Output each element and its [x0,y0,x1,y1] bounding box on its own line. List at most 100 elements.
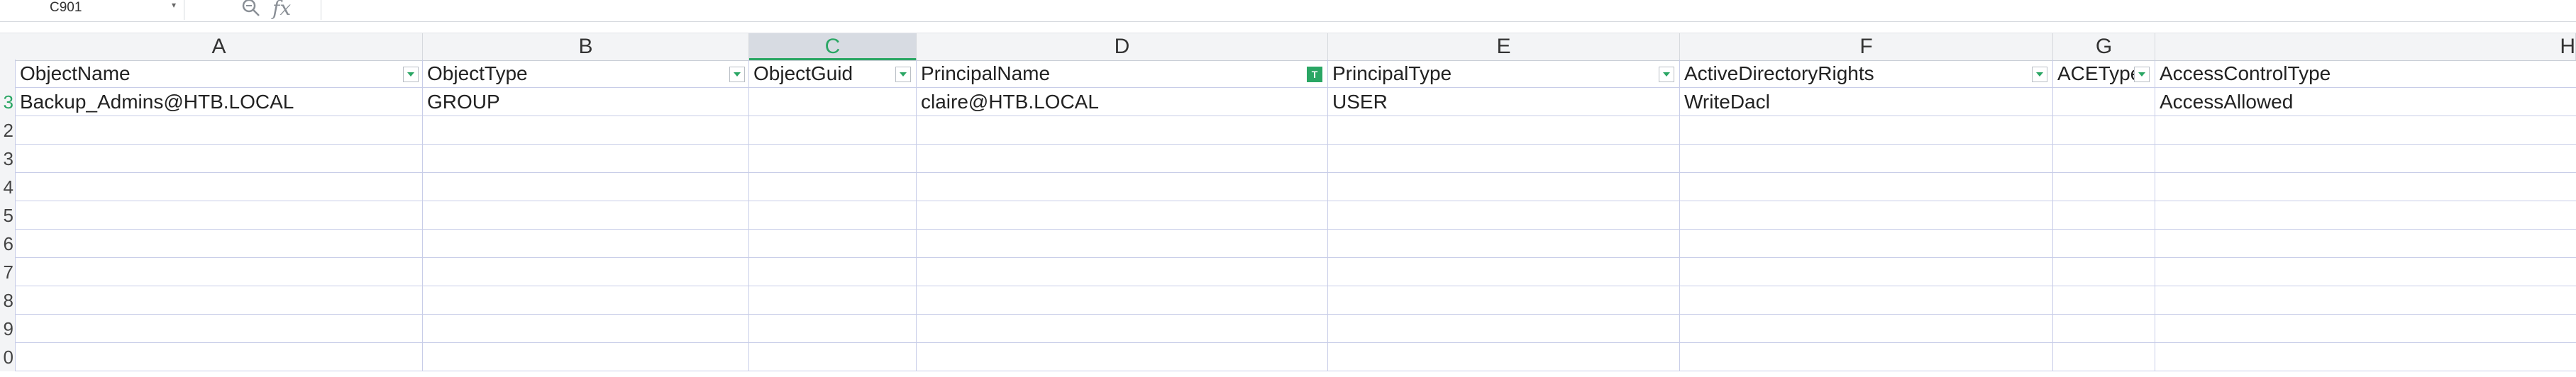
table-cell[interactable] [2053,230,2155,258]
table-cell[interactable] [16,201,423,230]
table-cell[interactable] [423,201,749,230]
table-cell[interactable] [917,343,1328,371]
table-cell[interactable] [1328,230,1680,258]
table-cell[interactable]: AccessAllowed [2155,88,2576,116]
cell-header-objectname[interactable]: ObjectName [16,60,423,88]
table-cell[interactable] [1328,173,1680,201]
table-cell[interactable] [2053,201,2155,230]
zoom-icon[interactable] [241,0,261,18]
table-cell[interactable] [917,173,1328,201]
column-header-b[interactable]: B [423,33,749,60]
table-cell[interactable] [16,116,423,145]
table-cell[interactable] [2053,286,2155,315]
table-cell[interactable] [16,173,423,201]
cell-header-accesscontroltype[interactable]: AccessControlType [2155,60,2576,88]
table-cell[interactable] [423,343,749,371]
column-header-f[interactable]: F [1680,33,2053,60]
table-cell[interactable] [1680,286,2053,315]
table-cell[interactable] [1328,145,1680,173]
table-cell[interactable] [2155,230,2576,258]
table-cell[interactable] [16,145,423,173]
table-cell[interactable] [2053,145,2155,173]
column-header-g[interactable]: G [2053,33,2155,60]
column-header-d[interactable]: D [917,33,1328,60]
row-number[interactable]: 0 [0,343,16,371]
table-cell[interactable] [1328,258,1680,286]
row-number[interactable] [0,60,16,88]
table-cell[interactable] [1680,173,2053,201]
row-number[interactable]: 5 [0,201,16,230]
table-cell[interactable] [16,343,423,371]
filter-dropdown-icon[interactable] [2134,67,2150,82]
row-number[interactable]: 6 [0,230,16,258]
table-cell[interactable] [917,230,1328,258]
filter-dropdown-icon[interactable] [403,67,419,82]
table-cell[interactable] [2155,116,2576,145]
table-cell[interactable] [749,258,917,286]
table-cell[interactable] [1680,201,2053,230]
table-cell[interactable] [423,173,749,201]
table-cell[interactable] [749,343,917,371]
table-cell[interactable] [2155,201,2576,230]
table-cell[interactable] [917,315,1328,343]
table-cell[interactable] [2053,258,2155,286]
table-cell[interactable] [917,116,1328,145]
table-cell[interactable] [1328,116,1680,145]
table-cell[interactable] [16,258,423,286]
table-cell[interactable] [423,315,749,343]
column-header-e[interactable]: E [1328,33,1680,60]
table-cell[interactable] [1680,343,2053,371]
column-header-c[interactable]: C [749,33,917,60]
table-cell[interactable] [749,286,917,315]
table-cell[interactable] [917,145,1328,173]
table-cell[interactable] [2053,343,2155,371]
cell-header-objecttype[interactable]: ObjectType [423,60,749,88]
table-cell[interactable]: claire@HTB.LOCAL [917,88,1328,116]
table-cell[interactable] [1328,315,1680,343]
filter-dropdown-icon[interactable] [729,67,745,82]
table-cell[interactable] [2053,173,2155,201]
table-cell[interactable] [2155,145,2576,173]
table-cell[interactable] [749,173,917,201]
table-cell[interactable] [2053,88,2155,116]
table-cell[interactable] [16,286,423,315]
table-cell[interactable] [1328,343,1680,371]
table-cell[interactable] [749,88,917,116]
filter-dropdown-icon[interactable] [2032,67,2047,82]
active-filter-icon[interactable]: T [1307,67,1322,82]
row-number[interactable]: 3 [0,88,16,116]
table-cell[interactable] [423,116,749,145]
cell-header-activedirectoryrights[interactable]: ActiveDirectoryRights [1680,60,2053,88]
row-number[interactable]: 2 [0,116,16,145]
cell-header-objectguid[interactable]: ObjectGuid [749,60,917,88]
table-cell[interactable] [2155,315,2576,343]
row-number[interactable]: 4 [0,173,16,201]
filter-dropdown-icon[interactable] [895,67,911,82]
table-cell[interactable] [1328,201,1680,230]
row-number[interactable]: 8 [0,286,16,315]
cell-header-acetype[interactable]: ACEType [2053,60,2155,88]
filter-dropdown-icon[interactable] [1659,67,1674,82]
table-cell[interactable] [423,286,749,315]
table-cell[interactable] [2155,343,2576,371]
table-cell[interactable] [1680,116,2053,145]
table-cell[interactable] [1328,286,1680,315]
table-cell[interactable] [917,286,1328,315]
table-cell[interactable] [2155,258,2576,286]
table-cell[interactable] [749,230,917,258]
table-cell[interactable] [2053,116,2155,145]
table-cell[interactable]: Backup_Admins@HTB.LOCAL [16,88,423,116]
table-cell[interactable] [1680,230,2053,258]
cell-header-principaltype[interactable]: PrincipalType [1328,60,1680,88]
column-header-h[interactable]: H [2155,33,2576,60]
name-box[interactable]: C901 ▾ [0,0,184,20]
table-cell[interactable] [16,230,423,258]
table-cell[interactable] [16,315,423,343]
column-header-a[interactable]: A [16,33,423,60]
table-cell[interactable] [1680,315,2053,343]
table-cell[interactable] [749,116,917,145]
row-number[interactable]: 9 [0,315,16,343]
table-cell[interactable] [1680,258,2053,286]
table-cell[interactable] [423,230,749,258]
table-cell[interactable]: USER [1328,88,1680,116]
